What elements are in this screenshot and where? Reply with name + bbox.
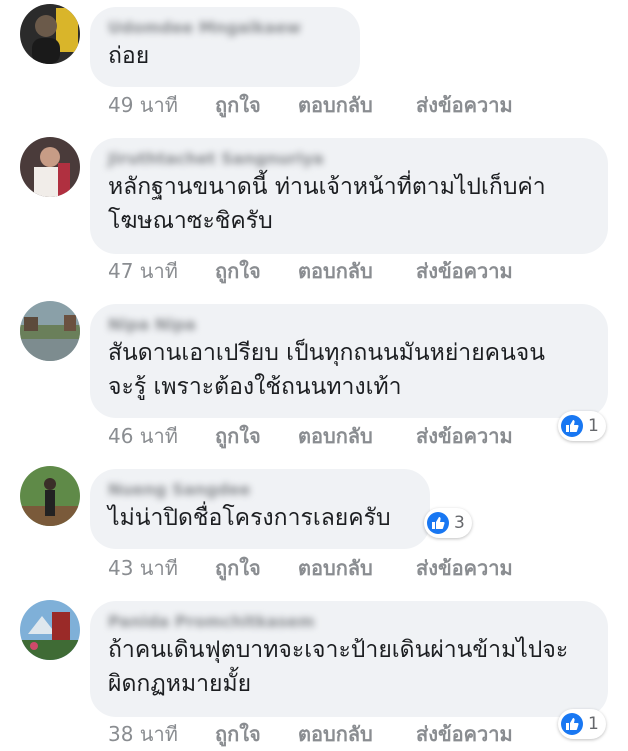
send-message-link[interactable]: ส่งข้อความ bbox=[416, 91, 513, 119]
reaction-count-number: 1 bbox=[588, 416, 599, 436]
comment-time[interactable]: 38 นาที bbox=[108, 720, 178, 748]
like-link[interactable]: ถูกใจ bbox=[215, 257, 261, 285]
thumbs-up-icon bbox=[427, 512, 449, 534]
reply-link[interactable]: ตอบกลับ bbox=[298, 422, 373, 450]
send-message-link[interactable]: ส่งข้อความ bbox=[416, 720, 513, 748]
comment-time[interactable]: 46 นาที bbox=[108, 422, 178, 450]
avatar[interactable] bbox=[20, 600, 80, 660]
comment-bubble: Panida Promchitkasem ถ้าคนเดินฟุตบาทจะเจ… bbox=[90, 601, 608, 717]
comment-time[interactable]: 49 นาที bbox=[108, 91, 178, 119]
comment-text-line: ไม่น่าปิดชื่อโครงการเลยครับ bbox=[108, 505, 391, 531]
comment-bubble: Jiruthtachet Sangnuriya หลักฐานขนาดนี้ ท… bbox=[90, 138, 608, 254]
thumbs-up-icon bbox=[561, 713, 583, 735]
send-message-link[interactable]: ส่งข้อความ bbox=[416, 257, 513, 285]
comment-bubble: Udomdee Mngaikaew ถ่อย bbox=[90, 7, 360, 87]
comment-text-line: สันดานเอาเปรียบ เป็นทุกถนนมันหย่ายคนจน bbox=[108, 340, 545, 366]
reaction-count[interactable]: 3 bbox=[424, 508, 472, 538]
comment-text-line: หลักฐานขนาดนี้ ท่านเจ้าหน้าที่ตามไปเก็บค… bbox=[108, 174, 546, 200]
like-link[interactable]: ถูกใจ bbox=[215, 422, 261, 450]
reply-link[interactable]: ตอบกลับ bbox=[298, 257, 373, 285]
reaction-count-number: 1 bbox=[588, 714, 599, 734]
comment-text: ถ่อย bbox=[108, 43, 150, 69]
comment-time[interactable]: 47 นาที bbox=[108, 257, 178, 285]
thumbs-up-icon bbox=[561, 415, 583, 437]
avatar[interactable] bbox=[20, 466, 80, 526]
reply-link[interactable]: ตอบกลับ bbox=[298, 720, 373, 748]
like-link[interactable]: ถูกใจ bbox=[215, 554, 261, 582]
send-message-link[interactable]: ส่งข้อความ bbox=[416, 554, 513, 582]
like-link[interactable]: ถูกใจ bbox=[215, 91, 261, 119]
comment-author[interactable]: Nueng Sangdee bbox=[108, 479, 412, 501]
like-link[interactable]: ถูกใจ bbox=[215, 720, 261, 748]
comment-author[interactable]: Jiruthtachet Sangnuriya bbox=[108, 148, 590, 170]
reaction-count-number: 3 bbox=[454, 513, 465, 533]
comment-text-line: โฆษณาซะชิครับ bbox=[108, 208, 273, 234]
reply-link[interactable]: ตอบกลับ bbox=[298, 91, 373, 119]
reply-link[interactable]: ตอบกลับ bbox=[298, 554, 373, 582]
reaction-count[interactable]: 1 bbox=[558, 411, 606, 441]
comment-text-line: ถ้าคนเดินฟุตบาทจะเจาะป้ายเดินผ่านข้ามไปจ… bbox=[108, 637, 569, 663]
avatar[interactable] bbox=[20, 301, 80, 361]
comment-bubble: Nipa Nipa สันดานเอาเปรียบ เป็นทุกถนนมันห… bbox=[90, 304, 608, 418]
avatar[interactable] bbox=[20, 137, 80, 197]
comment-author[interactable]: Nipa Nipa bbox=[108, 314, 590, 336]
reaction-count[interactable]: 1 bbox=[558, 709, 606, 739]
comment-text-line: ผิดกฏหมายมั้ย bbox=[108, 671, 252, 697]
send-message-link[interactable]: ส่งข้อความ bbox=[416, 422, 513, 450]
comment-bubble: Nueng Sangdee ไม่น่าปิดชื่อโครงการเลยครั… bbox=[90, 469, 430, 549]
avatar[interactable] bbox=[20, 4, 80, 64]
comment-author[interactable]: Udomdee Mngaikaew bbox=[108, 17, 342, 39]
comment-text-line: จะรู้ เพราะต้องใช้ถนนทางเท้า bbox=[108, 374, 402, 400]
comment-time[interactable]: 43 นาที bbox=[108, 554, 178, 582]
comment-author[interactable]: Panida Promchitkasem bbox=[108, 611, 590, 633]
